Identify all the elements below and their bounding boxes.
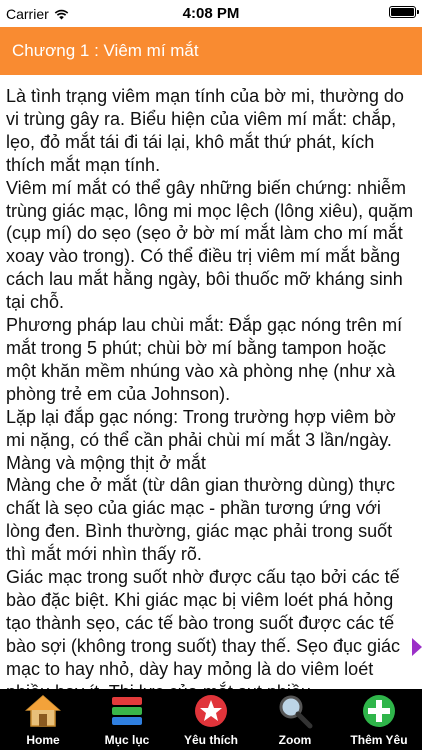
status-right [389,6,419,18]
magnifier-icon [275,691,315,731]
paragraph: Lặp lại đắp gạc nóng: Trong trường hợp v… [6,406,396,450]
tab-favorites[interactable]: Yêu thích [176,689,246,750]
tab-label: Yêu thích [183,733,238,747]
star-icon [191,691,231,731]
paragraph: Giác mạc trong suốt nhờ được cấu tạo bởi… [6,567,401,689]
paragraph: Phương pháp lau chùi mắt: Đắp gạc nóng t… [6,315,403,404]
tab-label: Home [26,733,60,747]
tab-label: Mục lục [104,733,150,747]
tab-add-favorite[interactable]: Thêm Yêu [344,689,414,750]
paragraph: Màng che ở mắt (từ dân gian thường dùng)… [6,475,395,565]
house-icon [23,691,63,731]
tab-label: Zoom [278,733,312,747]
tab-zoom[interactable]: Zoom [260,689,330,750]
battery-icon [389,6,419,18]
paragraph: Là tình trạng viêm mạn tính của bờ mi, t… [6,86,404,175]
status-bar: Carrier 4:08 PM [0,0,422,27]
list-icon [107,691,147,731]
status-time: 4:08 PM [182,5,240,22]
chapter-title: Chương 1 : Viêm mí mắt [12,41,199,60]
tab-toc[interactable]: Mục lục [92,689,162,750]
tab-label: Thêm Yêu [350,733,408,747]
next-page-arrow-icon[interactable] [412,638,422,656]
chapter-header: Chương 1 : Viêm mí mắt [0,27,422,75]
section-heading: Màng và mộng thịt ở mắt [6,452,206,473]
bottom-tab-bar: Home Mục lục Yêu thích Zoom Thêm Yêu [0,689,422,750]
plus-icon [359,691,399,731]
article-content[interactable]: Là tình trạng viêm mạn tính của bờ mi, t… [0,75,422,689]
paragraph: Viêm mí mắt có thể gây những biến chứng:… [6,177,414,313]
tab-home[interactable]: Home [8,689,78,750]
